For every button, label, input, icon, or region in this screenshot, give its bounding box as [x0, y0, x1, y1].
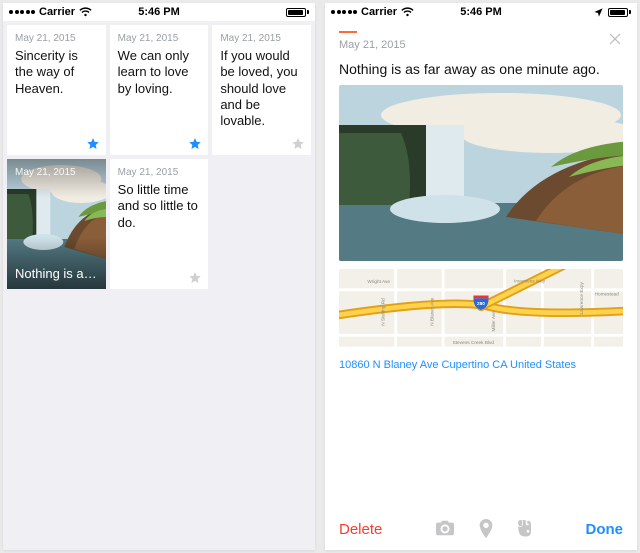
detail-toolbar: Delete Done: [339, 508, 623, 550]
note-card[interactable]: May 21, 2015 So little time and so littl…: [110, 159, 209, 289]
location-pin-icon[interactable]: [478, 519, 494, 539]
note-date: May 21, 2015: [118, 167, 201, 178]
note-body: We can only learn to love by loving.: [118, 48, 201, 149]
star-icon[interactable]: [86, 137, 100, 151]
note-card[interactable]: May 21, 2015 If you would be loved, you …: [212, 25, 311, 155]
note-date: May 21, 2015: [15, 167, 98, 178]
camera-icon[interactable]: [434, 519, 456, 539]
star-icon[interactable]: [291, 137, 305, 151]
note-body: So little time and so little to do.: [118, 182, 201, 283]
note-card[interactable]: May 21, 2015 We can only learn to love b…: [110, 25, 209, 155]
note-body: Nothing is as…: [15, 266, 98, 281]
battery-icon: [608, 8, 631, 17]
waterfall-image: [339, 85, 623, 261]
evernote-icon[interactable]: [516, 519, 534, 539]
notes-grid: May 21, 2015 Sincerity is the way of Hea…: [3, 21, 315, 550]
detail-screen: Carrier 5:46 PM May 21, 2015 Nothing: [325, 3, 637, 550]
map-image: Wright Ave N Stelling Rd N Blaney Ave Mi…: [339, 269, 623, 347]
svg-text:Homestead: Homestead: [595, 292, 620, 298]
note-card-photo[interactable]: May 21, 2015 Nothing is as…: [7, 159, 106, 289]
svg-text:Miller Ave: Miller Ave: [491, 311, 497, 332]
note-body: Sincerity is the way of Heaven.: [15, 48, 98, 149]
note-date: May 21, 2015: [15, 33, 98, 44]
status-bar: Carrier 5:46 PM: [325, 3, 637, 21]
detail-text: Nothing is as far away as one minute ago…: [339, 61, 623, 77]
status-bar: Carrier 5:46 PM: [3, 3, 315, 21]
wifi-icon: [79, 7, 92, 17]
delete-button[interactable]: Delete: [339, 521, 382, 538]
detail-photo[interactable]: [339, 85, 623, 261]
note-card[interactable]: May 21, 2015 Sincerity is the way of Hea…: [7, 25, 106, 155]
svg-text:N Stelling Rd: N Stelling Rd: [380, 298, 386, 326]
wifi-icon: [401, 7, 414, 17]
signal-strength-icon: [331, 10, 357, 14]
star-icon[interactable]: [188, 271, 202, 285]
signal-strength-icon: [9, 10, 35, 14]
carrier-label: Carrier: [361, 6, 397, 18]
location-arrow-icon: [593, 7, 604, 18]
accent-bar: [339, 31, 357, 33]
detail-map[interactable]: Wright Ave N Stelling Rd N Blaney Ave Mi…: [339, 269, 623, 351]
svg-text:Inverness Way: Inverness Way: [514, 278, 546, 284]
detail-date: May 21, 2015: [339, 39, 406, 51]
grid-screen: Carrier 5:46 PM May 21, 2015 Sincerity i…: [3, 3, 315, 550]
star-icon[interactable]: [188, 137, 202, 151]
svg-text:N Blaney Ave: N Blaney Ave: [430, 297, 436, 326]
done-button[interactable]: Done: [585, 521, 623, 538]
note-body: If you would be loved, you should love a…: [220, 48, 303, 149]
address-link[interactable]: 10860 N Blaney Ave Cupertino CA United S…: [339, 359, 623, 371]
note-date: May 21, 2015: [118, 33, 201, 44]
svg-text:Wright Ave: Wright Ave: [367, 279, 390, 285]
close-button[interactable]: [607, 31, 623, 47]
battery-icon: [286, 8, 309, 17]
carrier-label: Carrier: [39, 6, 75, 18]
svg-text:Lawrence Expy: Lawrence Expy: [579, 282, 585, 315]
note-date: May 21, 2015: [220, 33, 303, 44]
svg-text:280: 280: [477, 301, 485, 307]
svg-text:Stevens Creek Blvd: Stevens Creek Blvd: [453, 340, 495, 346]
